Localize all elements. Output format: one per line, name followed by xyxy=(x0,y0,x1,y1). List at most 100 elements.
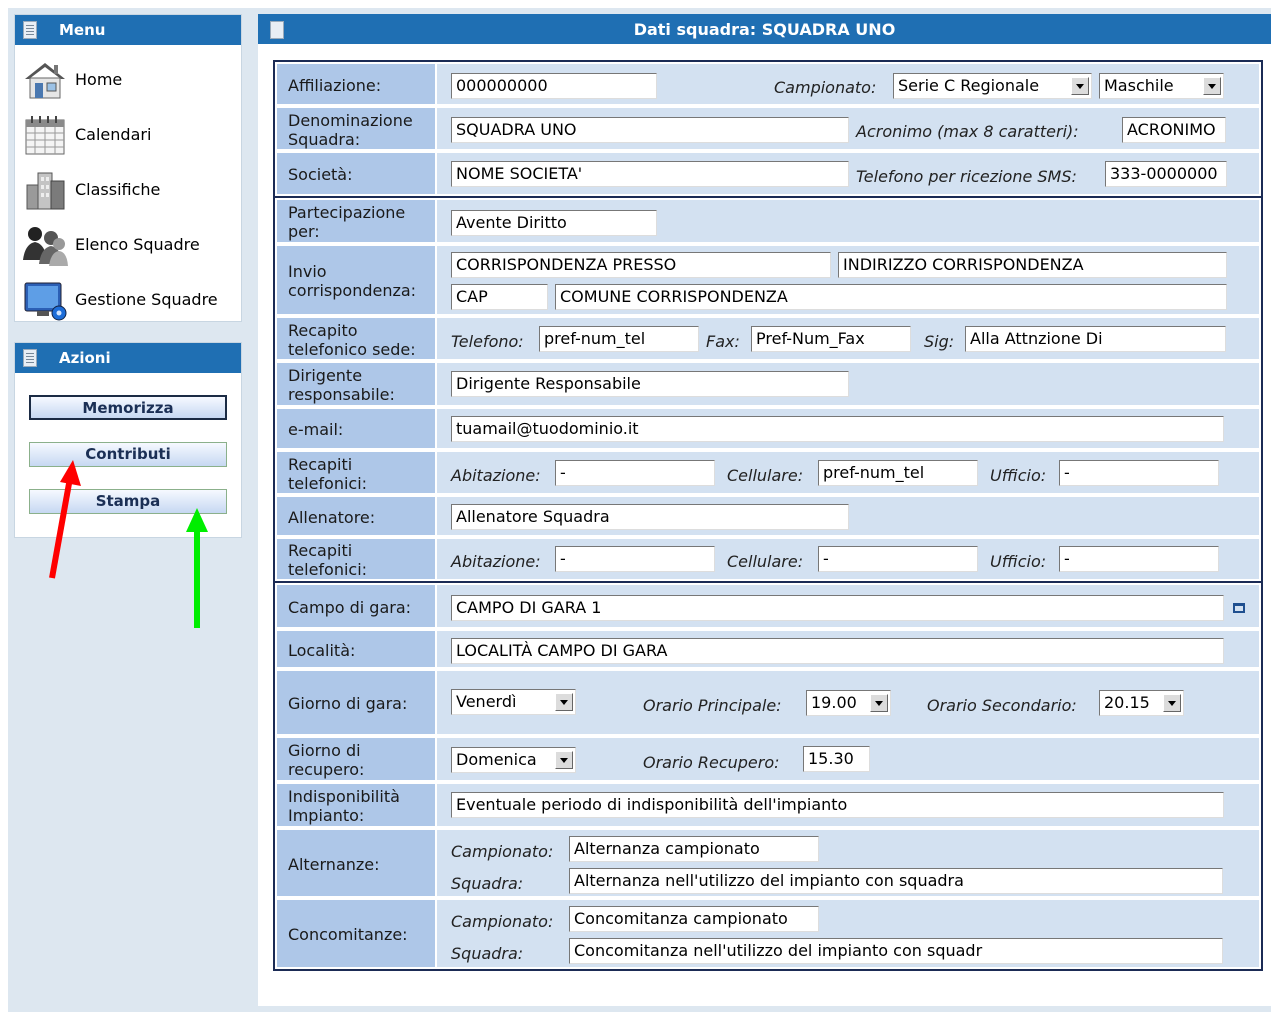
row-partecipazione: Partecipazione per: Avente Diritto xyxy=(275,198,1261,244)
presso-input[interactable]: CORRISPONDENZA PRESSO xyxy=(451,252,831,278)
menu-title: Menu xyxy=(59,21,106,39)
orario-secondario-label: Orario Secondario: xyxy=(927,696,1077,715)
memorizza-button[interactable]: Memorizza xyxy=(29,395,227,420)
menu-item-elenco-squadre[interactable]: Elenco Squadre xyxy=(15,217,241,272)
indirizzo-input[interactable]: INDIRIZZO CORRISPONDENZA xyxy=(838,252,1227,278)
affiliazione-input[interactable]: 000000000 xyxy=(451,73,657,99)
menu-item-classifiche[interactable]: Classifiche xyxy=(15,162,241,217)
chevron-down-icon xyxy=(1203,77,1221,95)
document-icon xyxy=(23,21,37,39)
ufficio-label: Ufficio: xyxy=(990,552,1047,571)
main-header: Dati squadra: SQUADRA UNO xyxy=(258,14,1271,44)
abitazione-input[interactable]: - xyxy=(555,546,715,572)
selected-value: Maschile xyxy=(1104,76,1174,95)
giorno-gara-select[interactable]: Venerdì xyxy=(451,689,576,715)
cellulare-input[interactable]: - xyxy=(818,546,978,572)
telefono-sede-input[interactable]: pref-num_tel xyxy=(539,326,699,352)
societa-input[interactable]: NOME SOCIETA' xyxy=(451,161,849,187)
label-affiliazione: Affiliazione: xyxy=(277,64,435,104)
orario-recupero-input[interactable]: 15.30 xyxy=(803,746,870,772)
abitazione-input[interactable]: - xyxy=(555,460,715,486)
ufficio-input[interactable]: - xyxy=(1059,460,1219,486)
row-indisponibilita: Indisponibilità Impianto: Eventuale peri… xyxy=(275,782,1261,828)
campionato-label: Campionato: xyxy=(451,912,554,931)
allenatore-input[interactable]: Allenatore Squadra xyxy=(451,504,849,530)
localita-input[interactable]: LOCALITÀ CAMPO DI GARA xyxy=(451,638,1224,664)
row-affiliazione: Affiliazione: 000000000 Campionato: Seri… xyxy=(275,62,1261,106)
orario-principale-select[interactable]: 19.00 xyxy=(806,690,891,716)
menu-panel: Menu Home Calendari Classifiche Elenco S… xyxy=(14,14,242,322)
window-icon[interactable] xyxy=(1233,603,1245,613)
selected-value: 20.15 xyxy=(1104,693,1150,712)
row-giorno-gara: Giorno di gara: Venerdì Orario Principal… xyxy=(275,669,1261,736)
selected-value: Serie C Regionale xyxy=(898,76,1040,95)
menu-item-label: Elenco Squadre xyxy=(75,235,200,254)
value-cell: SQUADRA UNO Acronimo (max 8 caratteri): … xyxy=(437,108,1259,149)
menu-item-home[interactable]: Home xyxy=(15,52,241,107)
row-recapiti-allenatore: Recapiti telefonici: Abitazione: - Cellu… xyxy=(275,537,1261,581)
value-cell: Campionato: Concomitanza campionato Squa… xyxy=(437,900,1259,967)
document-icon xyxy=(23,349,37,367)
concomitanza-campionato-input[interactable]: Concomitanza campionato xyxy=(569,906,819,932)
menu-item-gestione-squadre[interactable]: Gestione Squadre xyxy=(15,272,241,327)
value-cell: Venerdì Orario Principale: 19.00 Orario … xyxy=(437,671,1259,734)
menu-item-label: Gestione Squadre xyxy=(75,290,218,309)
menu-header: Menu xyxy=(15,15,241,45)
campo-input[interactable]: CAMPO DI GARA 1 xyxy=(451,595,1224,621)
cellulare-label: Cellulare: xyxy=(727,552,804,571)
telefono-sms-label: Telefono per ricezione SMS: xyxy=(856,167,1077,186)
selected-value: Domenica xyxy=(456,750,537,769)
acronimo-input[interactable]: ACRONIMO xyxy=(1122,117,1226,143)
denominazione-input[interactable]: SQUADRA UNO xyxy=(451,117,849,143)
row-dirigente: Dirigente responsabile: Dirigente Respon… xyxy=(275,361,1261,407)
cellulare-label: Cellulare: xyxy=(727,466,804,485)
value-cell: Abitazione: - Cellulare: pref-num_tel Uf… xyxy=(437,452,1259,493)
concomitanza-squadra-input[interactable]: Concomitanza nell'utilizzo del impianto … xyxy=(569,938,1223,964)
row-denominazione: Denominazione Squadra: SQUADRA UNO Acron… xyxy=(275,106,1261,151)
value-cell: Abitazione: - Cellulare: - Ufficio: - xyxy=(437,539,1259,579)
giorno-recupero-select[interactable]: Domenica xyxy=(451,747,576,773)
genere-select[interactable]: Maschile xyxy=(1099,73,1224,99)
row-invio-corrispondenza: Invio corrispondenza: CORRISPONDENZA PRE… xyxy=(275,244,1261,316)
buildings-icon xyxy=(26,172,65,209)
cellulare-input[interactable]: pref-num_tel xyxy=(818,460,978,486)
ufficio-input[interactable]: - xyxy=(1059,546,1219,572)
fax-input[interactable]: Pref-Num_Fax xyxy=(751,326,911,352)
label-partecipazione: Partecipazione per: xyxy=(277,200,435,242)
label-campo: Campo di gara: xyxy=(277,585,435,627)
campionato-select[interactable]: Serie C Regionale xyxy=(893,73,1092,99)
label-alternanze: Alternanze: xyxy=(277,830,435,896)
menu-item-label: Classifiche xyxy=(75,180,161,199)
sig-input[interactable]: Alla Attnzione Di xyxy=(965,326,1226,352)
comune-input[interactable]: COMUNE CORRISPONDENZA xyxy=(555,284,1227,310)
actions-header: Azioni xyxy=(15,343,241,373)
label-giorno-gara: Giorno di gara: xyxy=(277,671,435,734)
menu-item-calendari[interactable]: Calendari xyxy=(15,107,241,162)
alternanza-squadra-input[interactable]: Alternanza nell'utilizzo del impianto co… xyxy=(569,868,1223,894)
indisponibilita-input[interactable]: Eventuale periodo di indisponibilità del… xyxy=(451,792,1224,818)
squadra-label: Squadra: xyxy=(451,944,524,963)
telefono-sms-input[interactable]: 333-0000000 xyxy=(1105,161,1227,187)
row-concomitanze: Concomitanze: Campionato: Concomitanza c… xyxy=(275,898,1261,969)
campionato-label: Campionato: xyxy=(774,78,877,97)
selected-value: 19.00 xyxy=(811,693,857,712)
fax-label: Fax: xyxy=(706,332,740,351)
label-recapiti: Recapiti telefonici: xyxy=(277,539,435,579)
menu-item-label: Calendari xyxy=(75,125,152,144)
row-alternanze: Alternanze: Campionato: Alternanza campi… xyxy=(275,828,1261,898)
squadra-label: Squadra: xyxy=(451,874,524,893)
label-recapiti: Recapiti telefonici: xyxy=(277,452,435,493)
value-cell: Avente Diritto xyxy=(437,200,1259,242)
partecipazione-input[interactable]: Avente Diritto xyxy=(451,210,657,236)
abitazione-label: Abitazione: xyxy=(451,552,541,571)
dirigente-input[interactable]: Dirigente Responsabile xyxy=(451,371,849,397)
chevron-down-icon xyxy=(1163,694,1181,712)
orario-secondario-select[interactable]: 20.15 xyxy=(1099,690,1184,716)
label-concomitanze: Concomitanze: xyxy=(277,900,435,967)
cap-input[interactable]: CAP xyxy=(451,284,548,310)
value-cell: CAMPO DI GARA 1 xyxy=(437,585,1259,627)
email-field[interactable]: tuamail@tuodominio.it xyxy=(451,416,1224,442)
row-email: e-mail: tuamail@tuodominio.it xyxy=(275,407,1261,450)
alternanza-campionato-input[interactable]: Alternanza campionato xyxy=(569,836,819,862)
selected-value: Venerdì xyxy=(456,692,517,711)
